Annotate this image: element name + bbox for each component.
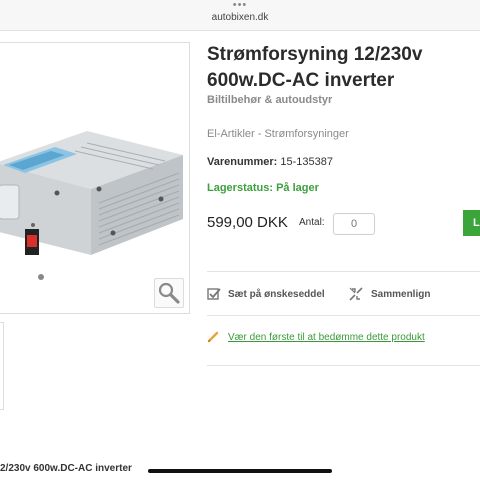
product-price: 599,00 DKK [207, 214, 288, 231]
product-title: Strømforsyning 12/230v 600w.DC-AC invert… [207, 44, 423, 91]
wishlist-label: Sæt på ønskeseddel [228, 288, 325, 300]
quantity-label: Antal: [299, 217, 325, 228]
divider [207, 365, 480, 366]
address-bar-url[interactable]: autobixen.dk [0, 12, 480, 23]
home-indicator[interactable] [148, 469, 332, 473]
sku-value: 15-135387 [280, 156, 333, 168]
zoom-button[interactable] [154, 278, 184, 308]
pencil-icon [207, 331, 219, 343]
browser-menu-dots[interactable]: ••• [0, 0, 480, 11]
quantity-input[interactable] [333, 213, 375, 235]
sku-label: Varenummer: [207, 156, 278, 168]
review-row: Vær den første til at bedømme dette prod… [207, 331, 425, 343]
divider [207, 271, 480, 272]
product-image [0, 131, 183, 280]
product-subtitle[interactable]: Biltilbehør & autoudstyr [207, 94, 332, 106]
product-sku: Varenummer: 15-135387 [207, 156, 333, 168]
product-image-frame[interactable] [0, 42, 190, 314]
compare-label: Sammenlign [371, 288, 431, 300]
compare-arrows-icon [349, 287, 363, 301]
sticky-product-title: 2/230v 600w.DC-AC inverter [0, 463, 132, 474]
product-thumbnail[interactable] [0, 322, 4, 410]
browser-top-bar: ••• autobixen.dk [0, 0, 480, 31]
divider [207, 315, 480, 316]
magnifier-icon [158, 282, 180, 304]
product-category[interactable]: El-Artikler - Strømforsyninger [207, 128, 349, 140]
compare-link[interactable]: Sammenlign [348, 285, 430, 303]
checkbox-icon [207, 288, 221, 300]
add-to-cart-button[interactable]: L [463, 210, 480, 236]
review-link[interactable]: Vær den første til at bedømme dette prod… [228, 332, 425, 343]
stock-status: Lagerstatus: På lager [207, 182, 319, 194]
wishlist-link[interactable]: Sæt på ønskeseddel [207, 285, 325, 303]
